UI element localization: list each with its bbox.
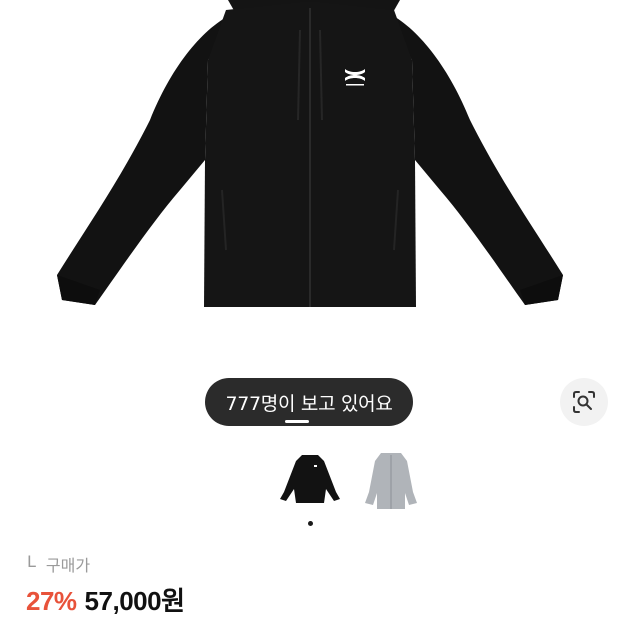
product-hero-image[interactable] bbox=[0, 0, 620, 360]
viewers-count-label: 777명이 보고 있어요 bbox=[225, 392, 393, 415]
page-indicator-dot bbox=[308, 521, 313, 526]
image-search-button[interactable] bbox=[560, 378, 608, 426]
jacket-image bbox=[57, 0, 563, 307]
thumbnail-gray[interactable] bbox=[357, 447, 425, 517]
viewers-count-badge: 777명이 보고 있어요 bbox=[205, 378, 413, 426]
lens-search-icon bbox=[573, 391, 595, 413]
size-label: L bbox=[27, 552, 36, 571]
thumbnail-black-jacket bbox=[280, 455, 340, 503]
brand-logo-icon bbox=[345, 69, 365, 86]
carousel-progress-indicator bbox=[285, 420, 309, 423]
price-line: 27% 57,000원 bbox=[26, 581, 185, 618]
discount-rate: 27% bbox=[26, 586, 77, 616]
purchase-type-label: 구매가 bbox=[45, 556, 91, 575]
size-purchase-line: L 구매가 bbox=[27, 552, 90, 576]
thumbnail-gray-jacket bbox=[365, 453, 417, 509]
thumbnail-black[interactable] bbox=[276, 447, 344, 517]
sale-price: 57,000원 bbox=[84, 586, 185, 616]
